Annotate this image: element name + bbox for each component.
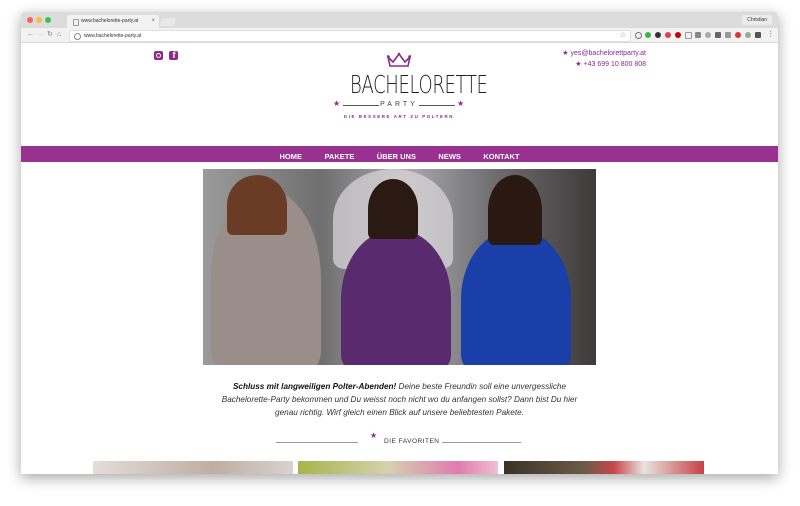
reload-icon[interactable]: ↻ [47, 30, 53, 40]
nav-kontakt[interactable]: KONTAKT [483, 149, 519, 165]
hero-hair [488, 175, 542, 245]
social-links [154, 47, 180, 65]
crown-icon [387, 52, 411, 67]
divider [442, 442, 521, 443]
browser-window: www.bachelorette-party.at × Christian ← … [21, 12, 778, 474]
extension-icon[interactable] [635, 32, 642, 39]
address-bar[interactable]: www.bachelorette-party.at ☆ [69, 30, 631, 42]
forward-icon[interactable]: → [37, 30, 44, 40]
hero-hair [227, 175, 287, 235]
star-icon: ★ [370, 431, 378, 440]
extension-icon[interactable] [725, 32, 731, 38]
extension-icon[interactable] [715, 32, 721, 38]
brand-tagline: DIE BESSERE ART ZU POLTERN [343, 114, 455, 119]
extension-icon[interactable] [735, 32, 741, 38]
info-icon[interactable] [74, 33, 81, 40]
nav-news[interactable]: NEWS [438, 149, 461, 165]
web-page: ★yes@bachelorettparty.at ★+43 699 10 800… [21, 43, 778, 474]
star-icon: ★ [457, 99, 465, 108]
new-tab-button[interactable] [159, 18, 177, 26]
hero-person [341, 229, 451, 365]
home-icon[interactable]: ⌂ [57, 30, 61, 40]
favorites-heading: ★ DIE FAVORITEN [276, 431, 521, 449]
contact-info: ★ yes@bachelorettparty.at ★ +43 699 10 800… [562, 48, 646, 70]
extension-icon[interactable] [695, 32, 701, 38]
facebook-icon[interactable] [169, 50, 179, 60]
url-text: www.bachelorette-party.at [84, 33, 142, 39]
brand-name: BACHELORETTE [350, 70, 488, 99]
nav-ueber-uns[interactable]: ÜBER UNS [377, 149, 416, 165]
extension-icon[interactable] [745, 32, 751, 38]
email-link[interactable]: yes@bachelorettparty.at [571, 50, 646, 57]
bookmark-star-icon[interactable]: ☆ [620, 31, 626, 41]
title-bar: www.bachelorette-party.at × Christian [21, 12, 778, 28]
intro-text: Schluss mit langweiligen Polter-Abenden!… [211, 380, 588, 419]
divider [419, 105, 455, 106]
package-thumbnail[interactable] [93, 461, 293, 474]
extension-icon[interactable] [665, 32, 671, 38]
package-thumbnail[interactable] [298, 461, 498, 474]
main-navigation: HOME PAKETE ÜBER UNS NEWS KONTAKT [21, 146, 778, 162]
tab-title: www.bachelorette-party.at [81, 18, 139, 24]
extension-icon[interactable] [645, 32, 651, 38]
intro-bold: Schluss mit langweiligen Polter-Abenden! [232, 382, 397, 391]
logo[interactable]: BACHELORETTE ★ PARTY ★ DIE BESSERE ART Z… [331, 46, 488, 134]
maximize-window-button[interactable] [45, 17, 51, 23]
hero-image [203, 169, 596, 365]
page-icon [73, 19, 79, 26]
address-toolbar: ← → ↻ ⌂ www.bachelorette-party.at ☆ ⋮ [21, 28, 778, 43]
star-icon: ★ [575, 61, 582, 68]
extension-icon[interactable] [655, 32, 661, 38]
minimize-window-button[interactable] [36, 17, 42, 23]
extension-icon[interactable] [675, 32, 681, 38]
hero-hair [368, 179, 418, 239]
extension-icon[interactable] [755, 32, 761, 38]
menu-kebab-icon[interactable]: ⋮ [767, 30, 774, 40]
profile-button[interactable]: Christian [742, 15, 772, 25]
browser-tab[interactable]: www.bachelorette-party.at × [67, 15, 159, 28]
nav-home[interactable]: HOME [280, 149, 303, 165]
close-window-button[interactable] [27, 17, 33, 23]
hero-person [461, 229, 571, 365]
package-thumbnail[interactable] [504, 461, 704, 474]
phone-link[interactable]: +43 699 10 800 808 [584, 61, 646, 68]
extension-icon[interactable] [685, 32, 692, 39]
divider [276, 442, 358, 443]
extension-icon[interactable] [705, 32, 711, 38]
favorites-title: DIE FAVORITEN [384, 438, 440, 445]
back-icon[interactable]: ← [27, 30, 34, 40]
nav-pakete[interactable]: PAKETE [324, 149, 354, 165]
instagram-icon[interactable] [154, 51, 163, 60]
close-tab-icon[interactable]: × [151, 15, 155, 28]
star-icon: ★ [562, 50, 569, 57]
